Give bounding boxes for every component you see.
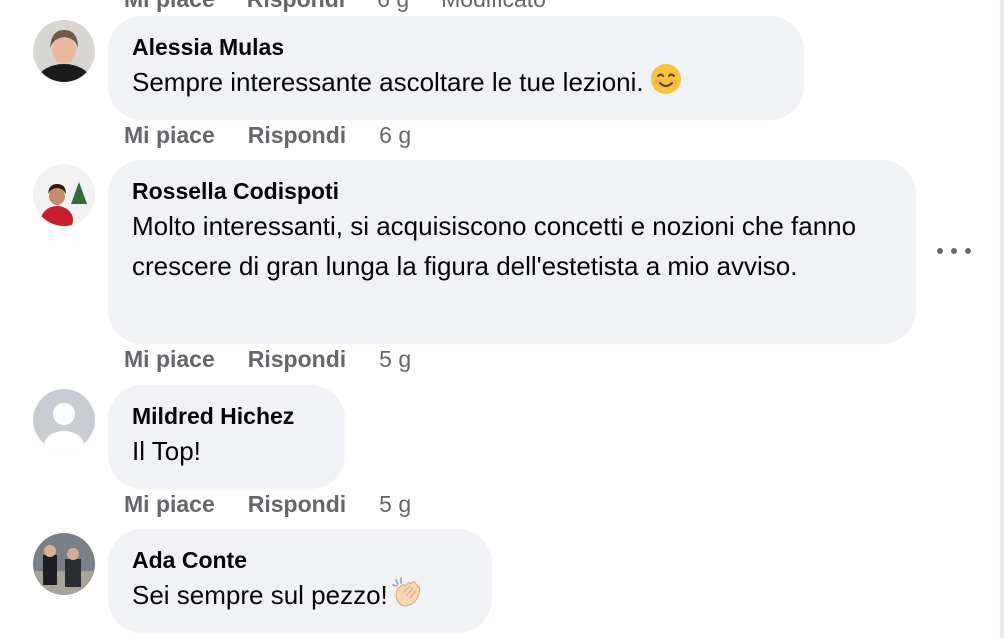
reply-button[interactable]: Rispondi (247, 0, 345, 13)
comment-author[interactable]: Ada Conte (132, 545, 468, 575)
edited-label: Modificato (441, 0, 546, 13)
like-button[interactable]: Mi piace (124, 491, 215, 518)
avatar[interactable] (33, 164, 95, 226)
comment-text: Sei sempre sul pezzo! (132, 575, 468, 619)
comment-bubble: Alessia Mulas Sempre interessante ascolt… (108, 16, 804, 120)
comment-author[interactable]: Mildred Hichez (132, 401, 321, 431)
like-button[interactable]: Mi piace (124, 0, 215, 13)
comment-actions: Mi piace Rispondi 5 g (124, 491, 411, 518)
comment-actions: Mi piace Rispondi 6 g (124, 122, 411, 149)
comment-text-content: Sempre interessante ascoltare le tue lez… (132, 67, 644, 97)
comment-time[interactable]: 6 g (379, 122, 411, 149)
scrollbar-track[interactable] (1000, 0, 1004, 638)
comment-author[interactable]: Rossella Codispoti (132, 176, 892, 206)
comment-bubble: Ada Conte Sei sempre sul pezzo! (108, 529, 492, 633)
clapping-hands-emoji (390, 576, 424, 619)
avatar[interactable] (33, 20, 95, 82)
comments-page: Mi piace Rispondi 6 g Modificato Alessia… (0, 0, 1004, 638)
like-button[interactable]: Mi piace (124, 122, 215, 149)
comment-bubble: Mildred Hichez Il Top! (108, 385, 345, 489)
reply-button[interactable]: Rispondi (248, 122, 346, 149)
comment-text: Il Top! (132, 436, 201, 466)
reply-button[interactable]: Rispondi (248, 491, 346, 518)
comment-text-content: Sei sempre sul pezzo! (132, 580, 388, 610)
comment-text: Sempre interessante ascoltare le tue lez… (132, 62, 780, 106)
comment-author[interactable]: Alessia Mulas (132, 32, 780, 62)
previous-comment-actions: Mi piace Rispondi 6 g Modificato (124, 0, 546, 13)
comment-actions: Mi piace Rispondi 5 g (124, 346, 411, 373)
comment-bubble: Rossella Codispoti Molto interessanti, s… (108, 160, 916, 344)
comment-time[interactable]: 5 g (379, 491, 411, 518)
comment-text: Molto interessanti, si acquisiscono conc… (132, 211, 857, 281)
avatar[interactable] (33, 533, 95, 595)
smiling-face-emoji (650, 63, 682, 106)
more-options-icon[interactable] (937, 240, 971, 262)
comment-time: 6 g (377, 0, 409, 13)
avatar[interactable] (33, 389, 95, 451)
reply-button[interactable]: Rispondi (248, 346, 346, 373)
comment-time[interactable]: 5 g (379, 346, 411, 373)
like-button[interactable]: Mi piace (124, 346, 215, 373)
